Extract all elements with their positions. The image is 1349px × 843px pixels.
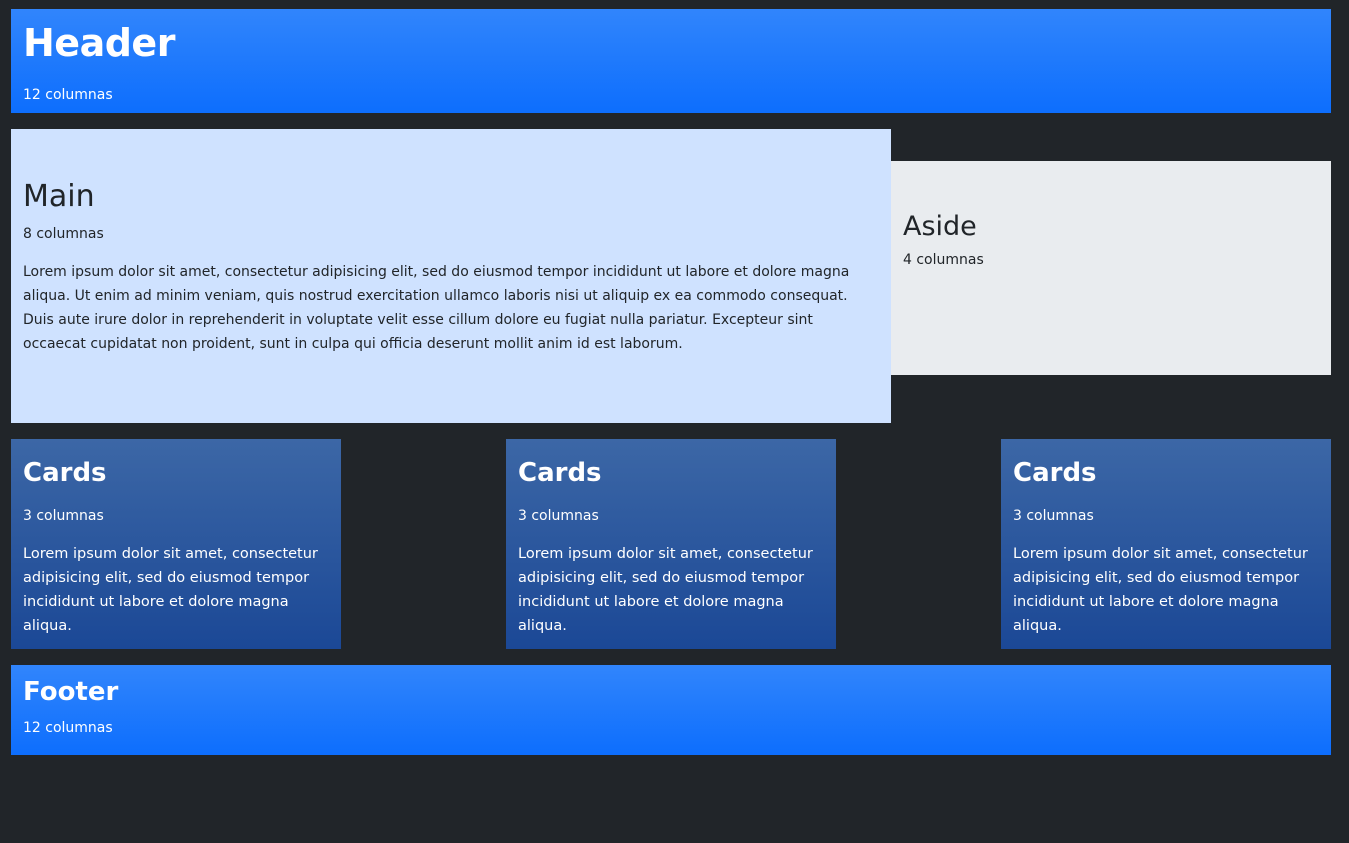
card-3: Cards 3 columnas Lorem ipsum dolor sit a…: [1001, 439, 1331, 649]
card-title: Cards: [518, 458, 602, 488]
main-section: Main 8 columnas Lorem ipsum dolor sit am…: [11, 129, 891, 423]
aside-subtitle: 4 columnas: [903, 252, 984, 268]
card-body-text: Lorem ipsum dolor sit amet, consectetur …: [518, 546, 813, 634]
header-subtitle: 12 columnas: [23, 87, 113, 103]
card-title: Cards: [23, 458, 107, 488]
aside-title: Aside: [903, 211, 977, 242]
page-header: Header 12 columnas: [11, 9, 1331, 113]
card-subtitle: 3 columnas: [23, 508, 104, 524]
footer-subtitle: 12 columnas: [23, 720, 113, 736]
card-title: Cards: [1013, 458, 1097, 488]
footer-title: Footer: [23, 677, 119, 707]
card-2: Cards 3 columnas Lorem ipsum dolor sit a…: [506, 439, 836, 649]
card-1: Cards 3 columnas Lorem ipsum dolor sit a…: [11, 439, 341, 649]
main-subtitle: 8 columnas: [23, 226, 104, 242]
card-subtitle: 3 columnas: [1013, 508, 1094, 524]
page-footer: Footer 12 columnas: [11, 665, 1331, 755]
card-subtitle: 3 columnas: [518, 508, 599, 524]
main-title: Main: [23, 179, 95, 214]
card-body-text: Lorem ipsum dolor sit amet, consectetur …: [23, 546, 318, 634]
aside-section: Aside 4 columnas: [891, 161, 1331, 375]
card-body-text: Lorem ipsum dolor sit amet, consectetur …: [1013, 546, 1308, 634]
header-title: Header: [23, 21, 175, 65]
main-body-text: Lorem ipsum dolor sit amet, consectetur …: [23, 264, 850, 352]
